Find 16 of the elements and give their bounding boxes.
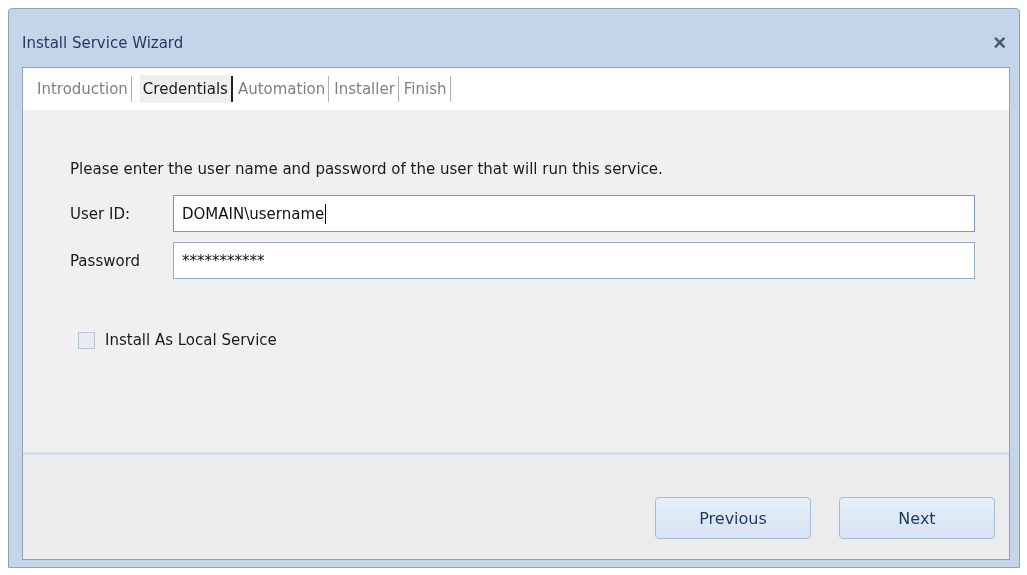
field-label: Password (70, 251, 142, 270)
wizard-button[interactable]: Previous (655, 497, 811, 539)
input-field[interactable]: *********** (173, 242, 975, 279)
tab[interactable]: Introduction (34, 75, 131, 103)
field-label: User ID: (70, 204, 131, 223)
checkbox-label: Install As Local Service (105, 331, 277, 349)
tab[interactable]: Finish (400, 75, 450, 103)
wizard-button[interactable]: Next (839, 497, 995, 539)
tab[interactable]: Installer (331, 75, 398, 103)
instruction-text: Please enter the user name and password of the user that will run this service. (70, 160, 664, 178)
checkbox[interactable] (78, 331, 95, 349)
input-field[interactable]: DOMAIN\username (173, 195, 975, 232)
tab[interactable]: Automation (234, 75, 329, 103)
close-button[interactable]: × (989, 32, 1010, 54)
window-title: Install Service Wizard (22, 33, 184, 52)
tab[interactable]: Credentials (139, 75, 231, 103)
